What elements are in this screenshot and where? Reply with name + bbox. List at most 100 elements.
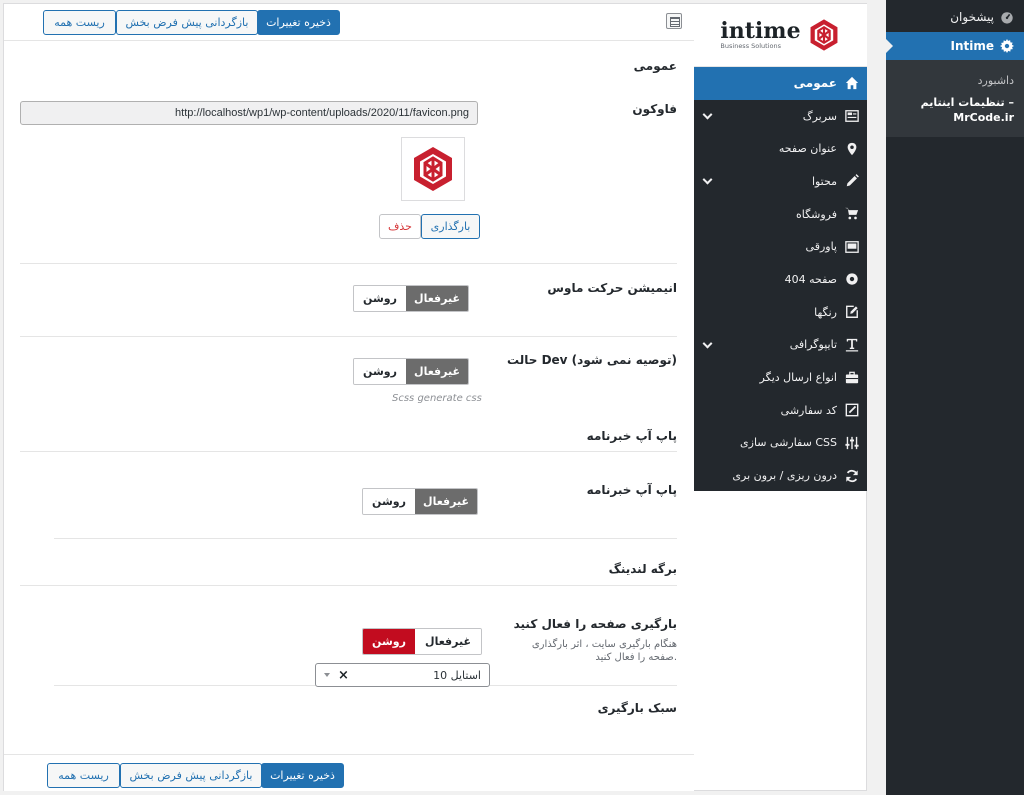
nav-item-footer[interactable]: پاورقی: [694, 230, 867, 263]
nav-item-custom-css[interactable]: سفارشی سازی CSS: [694, 427, 867, 460]
wp-menu-dashboard-label: پیشخوان: [950, 10, 994, 24]
wp-menu-dashboard[interactable]: پیشخوان: [886, 2, 1024, 32]
nav-item-label: انواع ارسال دیگر: [759, 371, 837, 385]
nav-item-label: تایپوگرافی: [789, 338, 837, 352]
favicon-url-input[interactable]: http://localhost/wp1/wp-content/uploads/…: [20, 101, 478, 125]
intime-logo-icon: [810, 19, 838, 51]
wp-admin-sidebar: پیشخوان Intime داشبورد تنظیمات اینتایم –…: [886, 0, 1024, 795]
plugin-nav: intime Business Solutions عمومی سربرگ عن…: [694, 4, 867, 491]
chevron-down-icon[interactable]: [324, 673, 330, 677]
divider: [20, 336, 677, 337]
dashboard-gauge-icon: [1000, 10, 1014, 24]
nav-item-label: صفحه 404: [784, 272, 837, 286]
divider: [20, 263, 677, 264]
wp-menu-intime-label: Intime: [950, 39, 995, 53]
nav-item-label: سربرگ: [802, 109, 837, 123]
gear-icon: [845, 272, 859, 286]
preloader-on[interactable]: روشن: [363, 629, 415, 654]
external-edit-icon: [845, 403, 859, 417]
layout-toggle-icon[interactable]: [666, 13, 682, 29]
section-title-landing: برگه لندینگ: [608, 562, 677, 576]
nav-item-import-export[interactable]: درون ریزی / برون بری: [694, 459, 867, 492]
preloader-label: بارگیری صفحه را فعال کنید: [513, 617, 677, 631]
dev-mode-toggle[interactable]: روشن غیرفعال: [353, 358, 469, 385]
dev-mode-label: حالت Dev (توصیه نمی شود): [507, 353, 677, 367]
sliders-icon: [845, 436, 859, 450]
options-content: عمومی فاوکون http://localhost/wp1/wp-con…: [4, 41, 694, 754]
mouse-animation-on[interactable]: روشن: [354, 286, 406, 311]
favicon-preview: [401, 137, 465, 201]
favicon-upload-button[interactable]: بارگذاری: [421, 214, 480, 239]
wp-menu-intime[interactable]: Intime: [886, 32, 1024, 60]
divider: [54, 538, 677, 539]
newsletter-popup-label: پاپ آپ خبرنامه: [586, 483, 677, 497]
cart-icon: [845, 207, 859, 221]
divider: [20, 451, 677, 452]
preloader-toggle[interactable]: روشن غیرفعال: [362, 628, 482, 655]
clear-selection-icon[interactable]: ×: [338, 668, 349, 683]
newsletter-popup-off[interactable]: غیرفعال: [415, 489, 477, 514]
nav-item-label: پاورقی: [805, 240, 837, 254]
reset-section-button-bottom[interactable]: بازگردانی پیش فرض بخش: [120, 763, 262, 788]
preloader-off[interactable]: غیرفعال: [415, 629, 481, 654]
chevron-down-icon[interactable]: [702, 175, 713, 185]
logo-subtitle: Business Solutions: [720, 42, 782, 50]
save-changes-button[interactable]: ذخیره تغییرات: [257, 10, 340, 35]
header-icon: [845, 109, 859, 123]
home-icon: [845, 76, 859, 90]
preloader-style-label: سبک بارگیری: [597, 701, 677, 715]
dev-mode-hint: Scss generate css: [392, 393, 482, 404]
section-title-newsletter: پاپ آپ خبرنامه: [586, 429, 677, 443]
pencil-icon: [845, 174, 859, 188]
newsletter-popup-toggle[interactable]: روشن غیرفعال: [362, 488, 478, 515]
preloader-style-value: استایل 10: [433, 668, 481, 682]
nav-item-content[interactable]: محتوا: [694, 165, 867, 198]
nav-item-label: سفارشی سازی CSS: [740, 436, 837, 450]
nav-item-shop[interactable]: فروشگاه: [694, 198, 867, 231]
wp-submenu: داشبورد تنظیمات اینتایم – MrCode.ir: [886, 60, 1024, 137]
favicon-delete-button[interactable]: حذف: [379, 214, 421, 239]
nav-item-custom-code[interactable]: کد سفارشی: [694, 394, 867, 427]
nav-item-label: درون ریزی / برون بری: [732, 469, 837, 483]
preloader-style-select[interactable]: × استایل 10: [315, 663, 490, 687]
nav-item-label: فروشگاه: [795, 207, 837, 221]
divider: [20, 585, 677, 586]
favicon-label: فاوکون: [632, 102, 677, 116]
preloader-description: هنگام بارگیری سایت ، اثر بارگذاری صفحه ر…: [531, 639, 677, 663]
edit-icon: [845, 305, 859, 319]
refresh-icon: [845, 469, 859, 483]
nav-item-404[interactable]: صفحه 404: [694, 263, 867, 296]
nav-item-label: محتوا: [811, 174, 837, 188]
dev-mode-on[interactable]: روشن: [354, 359, 406, 384]
save-changes-button-bottom[interactable]: ذخیره تغییرات: [261, 763, 344, 788]
chevron-down-icon[interactable]: [702, 338, 713, 349]
bottom-toolbar: ریست همه بازگردانی پیش فرض بخش ذخیره تغی…: [4, 754, 694, 791]
top-toolbar: ریست همه بازگردانی پیش فرض بخش ذخیره تغی…: [4, 4, 694, 41]
footer-icon: [845, 240, 859, 254]
section-title-general: عمومی: [633, 59, 677, 73]
chevron-down-icon[interactable]: [702, 109, 713, 120]
plugin-logo: intime Business Solutions: [694, 4, 867, 67]
nav-item-label: رنگها: [814, 305, 837, 319]
reset-section-button[interactable]: بازگردانی پیش فرض بخش: [116, 10, 258, 35]
reset-all-button-bottom[interactable]: ریست همه: [47, 763, 120, 788]
wp-submenu-dashboard[interactable]: داشبورد: [886, 70, 1024, 91]
options-panel: ریست همه بازگردانی پیش فرض بخش ذخیره تغی…: [3, 3, 867, 791]
dev-mode-off[interactable]: غیرفعال: [406, 359, 468, 384]
nav-item-header[interactable]: سربرگ: [694, 100, 867, 133]
nav-item-typography[interactable]: تایپوگرافی: [694, 329, 867, 362]
nav-item-label: کد سفارشی: [780, 403, 837, 417]
logo-name: intime: [720, 18, 801, 44]
mouse-animation-off[interactable]: غیرفعال: [406, 286, 468, 311]
reset-all-button[interactable]: ریست همه: [43, 10, 116, 35]
mouse-animation-toggle[interactable]: روشن غیرفعال: [353, 285, 469, 312]
newsletter-popup-on[interactable]: روشن: [363, 489, 415, 514]
nav-item-page-title[interactable]: عنوان صفحه: [694, 132, 867, 165]
nav-item-other-post-types[interactable]: انواع ارسال دیگر: [694, 361, 867, 394]
nav-item-colors[interactable]: رنگها: [694, 296, 867, 329]
wp-submenu-intime-settings[interactable]: تنظیمات اینتایم – MrCode.ir: [886, 91, 1024, 129]
nav-item-general[interactable]: عمومی: [694, 67, 867, 100]
mouse-animation-label: انیمیشن حرکت ماوس: [547, 281, 677, 295]
gear-icon: [1000, 39, 1014, 53]
nav-item-label: عمومی: [793, 76, 837, 91]
